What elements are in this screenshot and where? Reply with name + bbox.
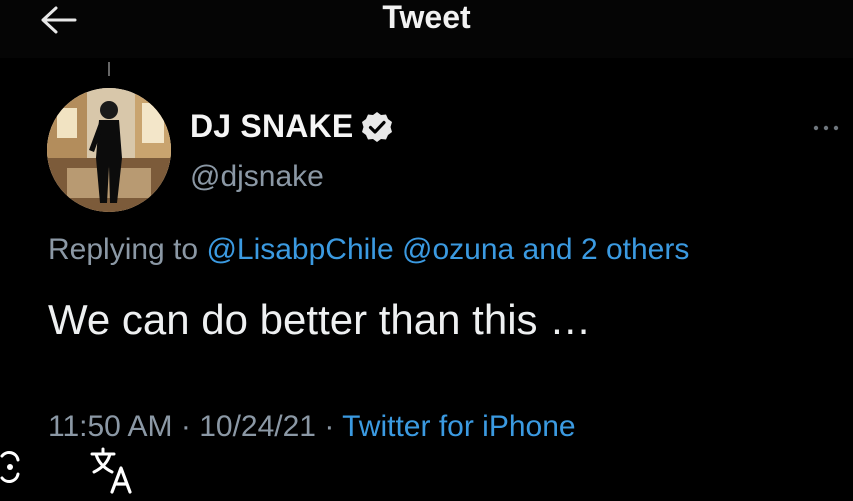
thread-connector-line	[108, 62, 110, 76]
author-row: DJ SNAKE	[190, 108, 393, 145]
replying-handles-link[interactable]: @LisabpChile @ozuna	[206, 233, 514, 266]
author-handle[interactable]: @djsnake	[190, 160, 324, 194]
tweet-meta: 11:50 AM · 10/24/21 · Twitter for iPhone	[48, 410, 576, 444]
replying-others-link[interactable]: 2 others	[581, 233, 689, 266]
tweet-date[interactable]: 10/24/21	[199, 410, 316, 443]
replying-prefix: Replying to	[48, 233, 199, 266]
avatar-photo	[47, 88, 171, 212]
more-horizontal-icon	[813, 125, 839, 131]
meta-separator: ·	[324, 410, 335, 443]
author-name[interactable]: DJ SNAKE	[190, 108, 353, 145]
verified-badge-icon	[361, 111, 393, 143]
meta-separator: ·	[180, 410, 191, 443]
translate-icon[interactable]	[88, 444, 140, 496]
replying-to-line: Replying to @LisabpChile @ozuna and 2 ot…	[48, 233, 689, 267]
tweet-text: We can do better than this …	[48, 296, 592, 343]
tweet-source-link[interactable]: Twitter for iPhone	[342, 410, 575, 443]
more-options-button[interactable]	[812, 120, 840, 136]
top-bar: Tweet	[0, 0, 853, 58]
tweet-time[interactable]: 11:50 AM	[48, 410, 173, 443]
replying-and[interactable]: and	[523, 233, 573, 266]
avatar[interactable]	[47, 88, 171, 212]
page-title: Tweet	[382, 0, 471, 35]
lens-icon[interactable]	[0, 448, 26, 488]
